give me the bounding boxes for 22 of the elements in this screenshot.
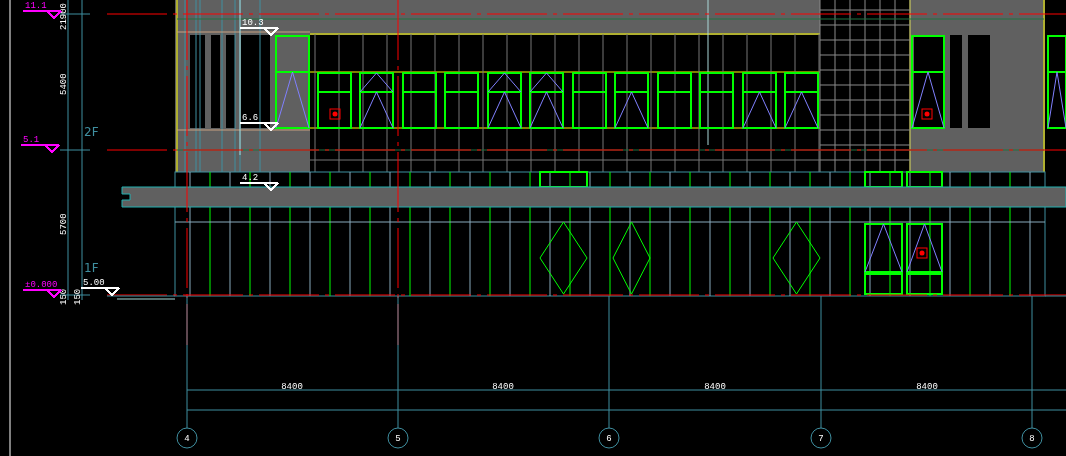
dimension-label: 150 [73,288,83,305]
elevation-label: 5.1 [23,135,40,145]
dimension-label: 8400 [492,382,514,392]
dimension-label: 5700 [59,213,69,235]
grid-axis-bubble: 5 [387,427,409,449]
grid-axis-bubble: 8 [1021,427,1043,449]
elevation-label: 4.2 [242,173,259,183]
dimension-label: 5400 [59,73,69,95]
dimension-label: 8400 [281,382,303,392]
elevation-label: 10.3 [242,18,264,28]
grid-axis-bubble: 6 [598,427,620,449]
grid-axis-bubble: 4 [176,427,198,449]
elevation-label: ±0.000 [25,280,58,290]
floor-label: 1F [84,261,99,275]
dimension-label: 8400 [704,382,726,392]
dimension-label: 21900 [59,3,69,30]
grid-axis-bubble: 7 [810,427,832,449]
elevation-label: 11.1 [25,1,47,11]
elevation-label: 6.6 [242,113,259,123]
floor-label: 2F [84,125,99,139]
elevation-label: 5.00 [83,278,105,288]
dimension-label: 8400 [916,382,938,392]
